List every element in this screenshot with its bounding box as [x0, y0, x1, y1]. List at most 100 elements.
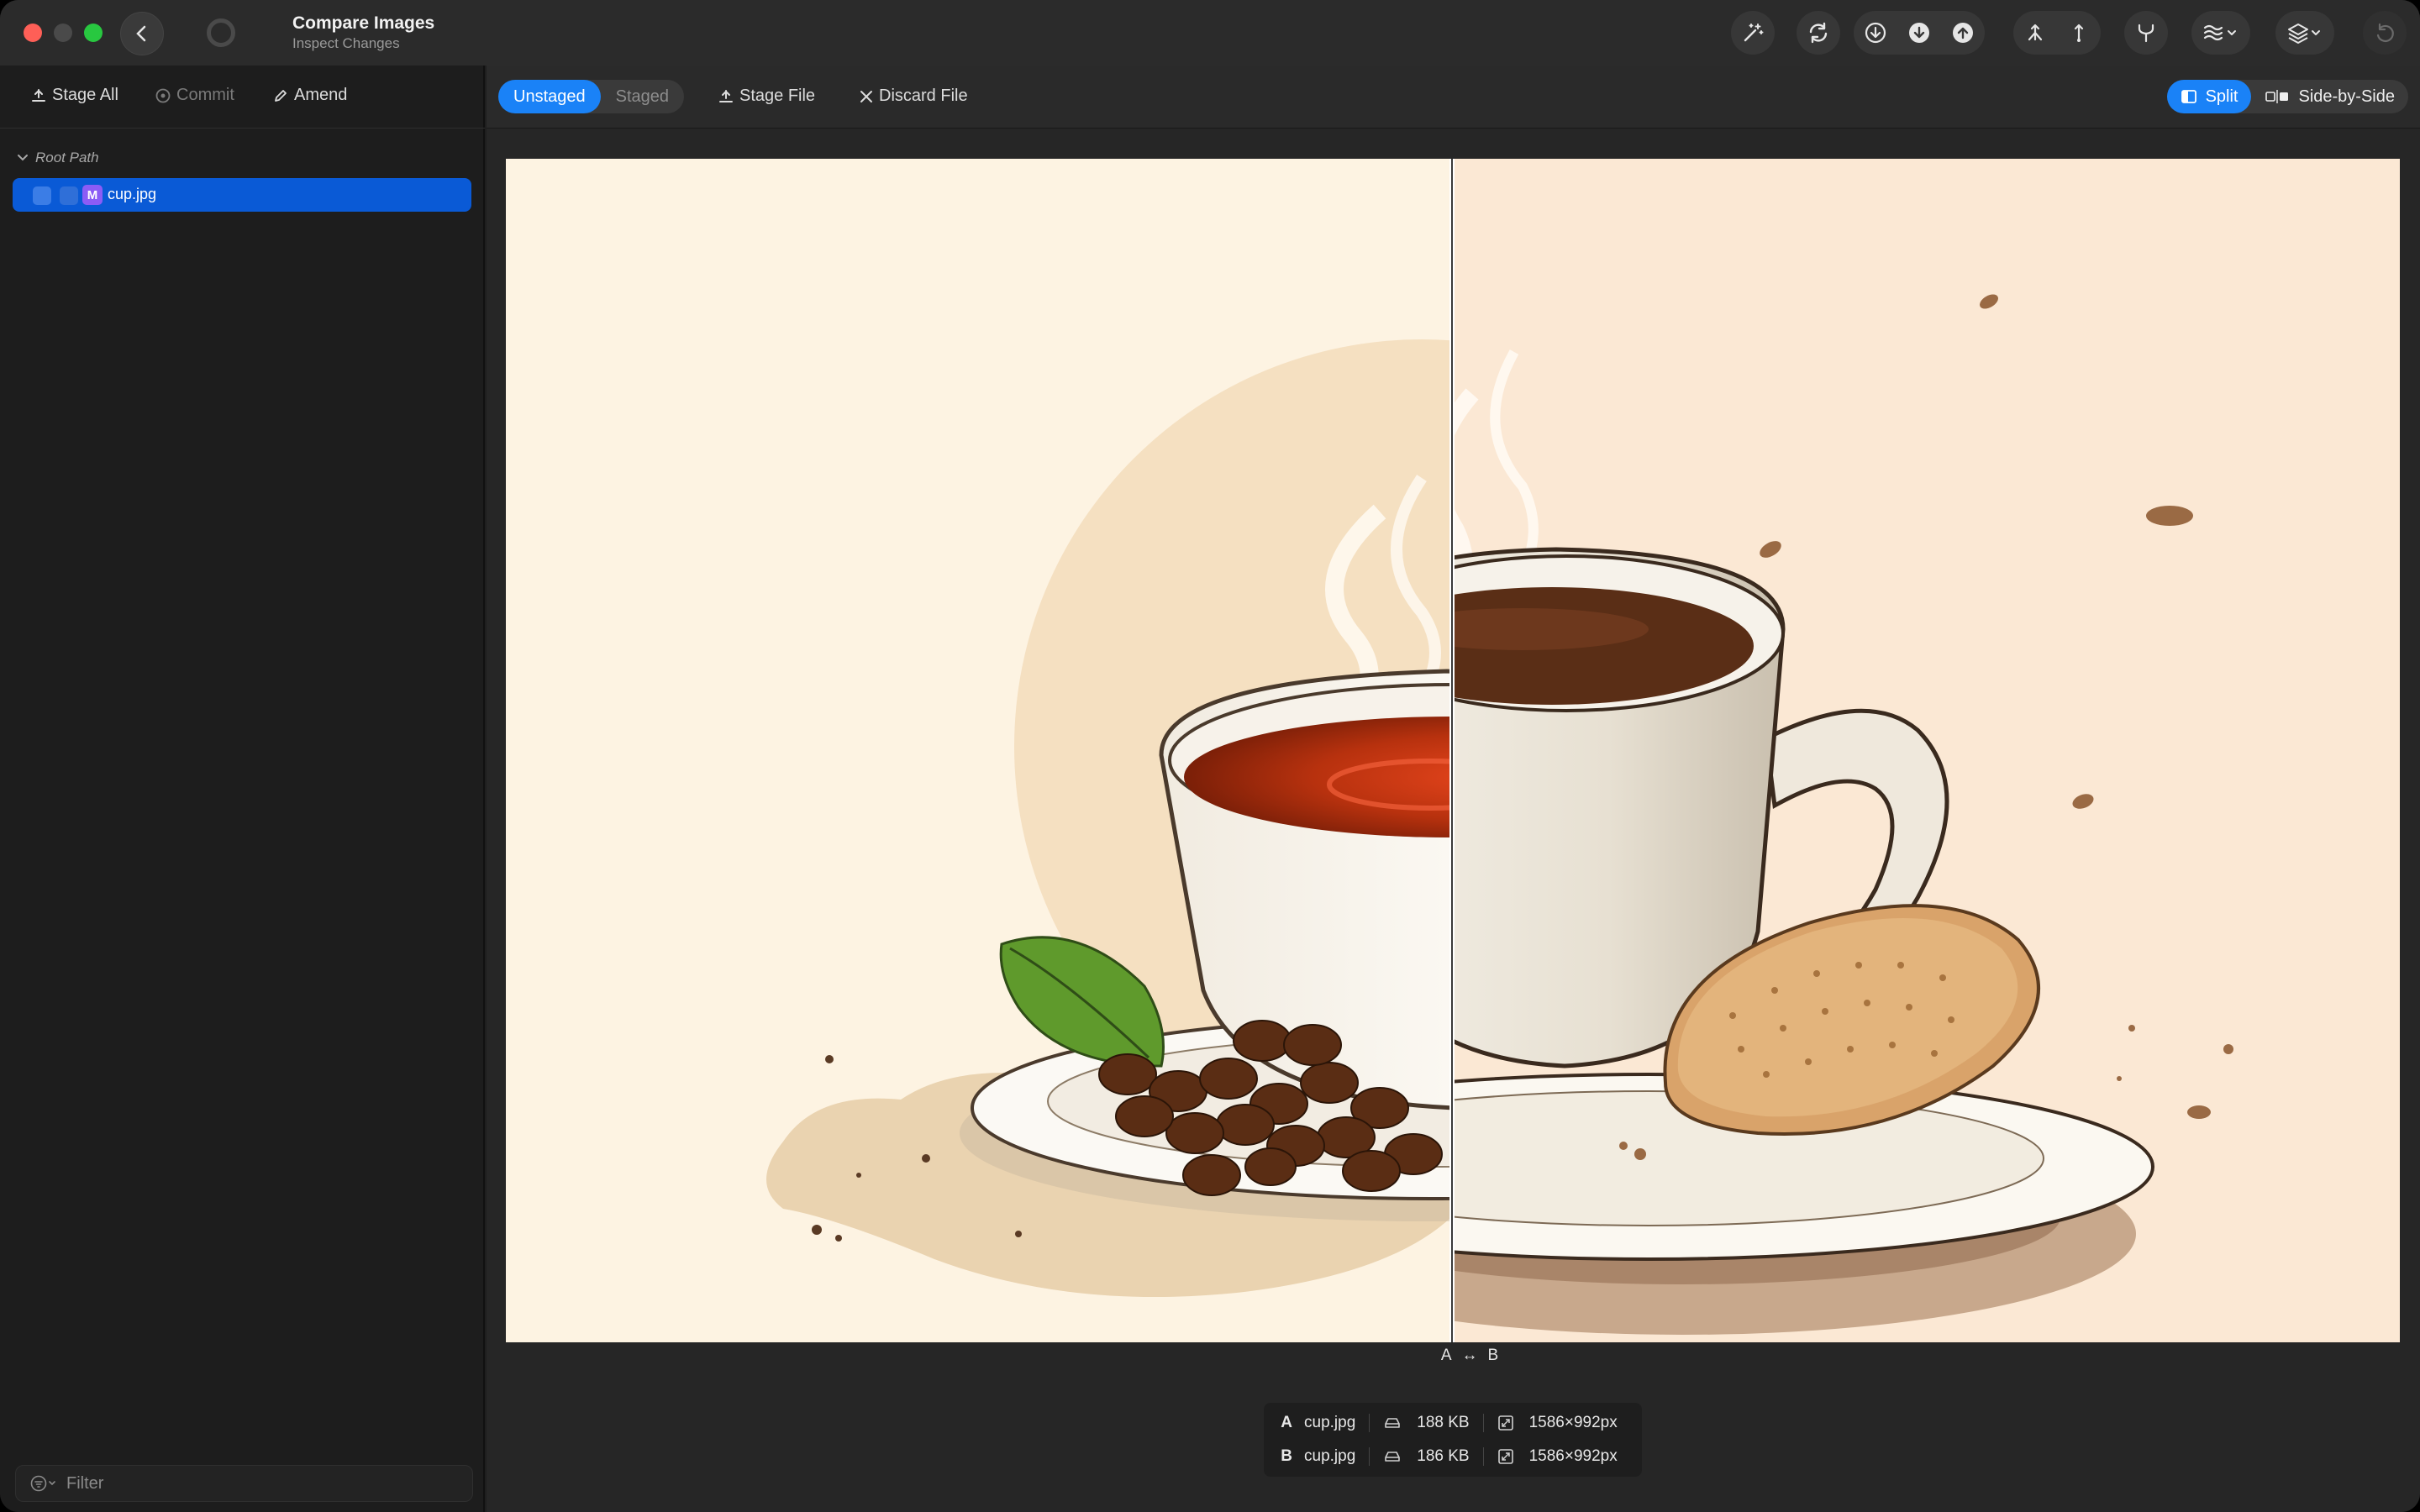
file-type-icon: [60, 186, 78, 205]
minimize-window-button[interactable]: [54, 24, 72, 42]
disk-icon: [1385, 1452, 1401, 1462]
file-name: cup.jpg: [108, 186, 157, 202]
image-compare-canvas[interactable]: [506, 159, 2400, 1342]
toolbar-group-undo: [2363, 11, 2407, 55]
modified-badge: M: [82, 185, 103, 205]
info-label-a: A: [1281, 1414, 1292, 1431]
window-subtitle: Inspect Changes: [292, 35, 400, 51]
view-split-button[interactable]: Split: [2166, 80, 2252, 113]
sync-button[interactable]: [1797, 11, 1840, 55]
label-a: A: [1440, 1347, 1452, 1364]
info-size-b: 186 KB: [1417, 1447, 1470, 1465]
tab-unstaged[interactable]: Unstaged: [498, 80, 601, 113]
dimensions-icon: [1497, 1415, 1513, 1431]
fetch-icon: [1865, 22, 1886, 44]
toolbar-group-fork: [2124, 11, 2168, 55]
filter-icon: [30, 1475, 55, 1492]
layers-menu-button[interactable]: [2275, 11, 2334, 55]
info-label-b: B: [1281, 1447, 1292, 1465]
info-file-b: cup.jpg: [1304, 1447, 1356, 1465]
pull-icon: [1909, 23, 1929, 43]
root-path-group[interactable]: Root Path: [17, 150, 99, 166]
side-by-side-icon: [2265, 90, 2289, 103]
back-button[interactable]: [120, 12, 164, 55]
stage-file-button[interactable]: Stage File: [718, 87, 815, 106]
view-side-by-side-label: Side-by-Side: [2298, 87, 2395, 106]
image-info-panel: A cup.jpg 188 KB 1586×992px B cup.jpg 18…: [1264, 1403, 1642, 1477]
toolbar-group-branch: [2013, 11, 2101, 55]
layers-icon: [2288, 24, 2320, 44]
swap-arrow-icon[interactable]: ↔: [1462, 1347, 1478, 1365]
commit-icon: [155, 88, 171, 102]
dimensions-icon: [1497, 1449, 1513, 1464]
magic-wand-icon: [1744, 24, 1764, 42]
filter-placeholder: Filter: [66, 1473, 104, 1493]
stage-file-label: Stage File: [739, 87, 816, 105]
commit-button[interactable]: Commit: [155, 86, 234, 105]
sync-icon: [1809, 22, 1828, 44]
root-path-label: Root Path: [35, 150, 99, 165]
toolbar-group-remote: [1854, 11, 1985, 55]
stash-icon: [2203, 24, 2236, 41]
amend-button[interactable]: Amend: [272, 86, 347, 105]
activity-indicator: [207, 18, 235, 47]
stage-checkbox[interactable]: [33, 186, 51, 205]
view-side-by-side-button[interactable]: Side-by-Side: [2251, 80, 2408, 113]
maximize-window-button[interactable]: [84, 24, 103, 42]
branch-up-icon: [2074, 24, 2084, 42]
view-split-label: Split: [2205, 87, 2238, 106]
stage-icon: [719, 89, 733, 102]
merge-icon: [2028, 24, 2043, 41]
sidebar-toolbar: Stage All Commit Amend: [0, 66, 485, 129]
info-dims-b: 1586×992px: [1528, 1447, 1618, 1465]
split-view-icon: [2181, 90, 2196, 103]
toolbar-group-sync: [1797, 11, 1840, 55]
undo-icon: [2376, 23, 2394, 43]
discard-file-label: Discard File: [879, 87, 968, 105]
pencil-icon: [275, 89, 287, 102]
compare-direction-label: A ↔ B: [1419, 1347, 1520, 1365]
fork-icon: [2138, 24, 2154, 43]
fetch-button[interactable]: [1854, 11, 1897, 55]
stage-all-button[interactable]: Stage All: [30, 86, 118, 105]
info-row-a: A cup.jpg 188 KB 1586×992px: [1264, 1406, 1642, 1440]
toolbar-group-layers: [2275, 11, 2334, 55]
view-mode-toggle: Split Side-by-Side: [2166, 80, 2408, 113]
title-bar: Compare Images Inspect Changes: [0, 0, 2420, 66]
close-icon: [860, 90, 872, 102]
chevron-left-icon: [136, 25, 146, 42]
compare-image-render: [506, 159, 2400, 1342]
merge-button[interactable]: [2013, 11, 2057, 55]
file-row-selected[interactable]: M cup.jpg: [13, 178, 471, 212]
magic-wand-button[interactable]: [1731, 11, 1775, 55]
close-window-button[interactable]: [24, 24, 42, 42]
pull-button[interactable]: [1897, 11, 1941, 55]
sidebar: Stage All Commit Amend Root Path M cup.j…: [0, 66, 485, 1512]
push-button[interactable]: [1941, 11, 1985, 55]
stage-icon: [32, 88, 45, 102]
window-title: Compare Images: [292, 13, 435, 33]
amend-label: Amend: [294, 86, 348, 104]
stash-menu-button[interactable]: [2191, 11, 2250, 55]
label-b: B: [1487, 1347, 1499, 1364]
toolbar-group-stash: [2191, 11, 2250, 55]
discard-file-button[interactable]: Discard File: [859, 87, 968, 106]
fork-button[interactable]: [2124, 11, 2168, 55]
rebase-button[interactable]: [2057, 11, 2101, 55]
filter-field[interactable]: Filter: [15, 1465, 473, 1502]
stage-tabs: Unstaged Staged: [498, 80, 685, 113]
info-dims-a: 1586×992px: [1528, 1414, 1618, 1431]
push-icon: [1953, 23, 1973, 43]
toolbar-group-assist: [1731, 11, 1775, 55]
tab-staged[interactable]: Staged: [601, 80, 684, 113]
commit-label: Commit: [176, 86, 234, 104]
undo-button[interactable]: [2363, 11, 2407, 55]
app-window: Compare Images Inspect Changes Stage All…: [0, 0, 2420, 1512]
info-row-b: B cup.jpg 186 KB 1586×992px: [1264, 1440, 1642, 1473]
stage-all-label: Stage All: [52, 86, 118, 104]
chevron-down-icon: [18, 155, 28, 161]
disk-icon: [1385, 1418, 1401, 1428]
info-size-a: 188 KB: [1417, 1414, 1470, 1431]
main-toolbar: Unstaged Staged Stage File Discard File …: [487, 66, 2420, 129]
info-file-a: cup.jpg: [1304, 1414, 1356, 1431]
